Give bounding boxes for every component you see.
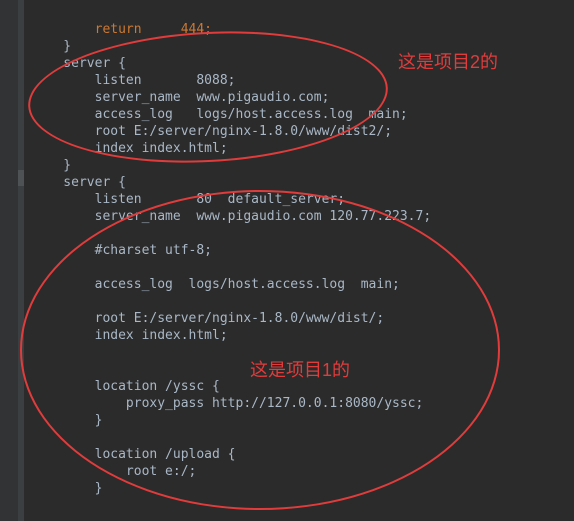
code-line: listen 8088; [32,73,236,88]
code-editor[interactable]: return 444; } server { listen 8088; serv… [0,0,574,521]
code-line: server_name www.pigaudio.com; [32,90,329,105]
code-line: #charset utf-8; [32,243,212,258]
code-line: root E:/server/nginx-1.8.0/www/dist/; [32,311,384,326]
code-line: listen 80 default_server; [32,192,345,207]
code-line: } [32,413,102,428]
code-line: index index.html; [32,328,228,343]
code-line: access_log logs/host.access.log main; [32,277,400,292]
code-line: } [32,481,102,496]
code-line: location /upload { [32,447,236,462]
code-content[interactable]: return 444; } server { listen 8088; serv… [24,0,431,521]
code-line: access_log logs/host.access.log main; [32,107,408,122]
code-line: root E:/server/nginx-1.8.0/www/dist2/; [32,124,392,139]
annotation-label-2: 这是项目1的 [250,356,350,382]
code-line: index index.html; [32,141,228,156]
code-line: location /yssc { [32,379,220,394]
code-line: return 444; [32,22,212,37]
code-line: proxy_pass http://127.0.0.1:8080/yssc; [32,396,423,411]
code-line: server { [32,56,126,71]
code-line: } [32,158,71,173]
code-line: server_name www.pigaudio.com 120.77.223.… [32,209,431,224]
code-line: } [32,39,71,54]
code-line: root e:/; [32,464,196,479]
code-line: server { [32,175,126,190]
annotation-label-1: 这是项目2的 [398,48,498,74]
line-gutter [0,0,18,521]
